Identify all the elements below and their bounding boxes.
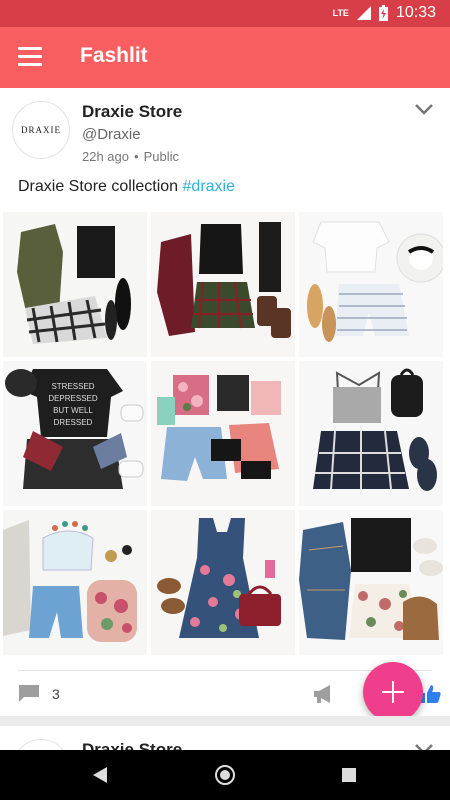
battery-icon	[378, 5, 388, 21]
post-caption: Draxie Store collection #draxie	[18, 178, 235, 196]
like-icon[interactable]	[420, 684, 442, 704]
image-grid: STRESSED DEPRESSED BUT WELL DRESSED	[3, 212, 447, 658]
post-image-1[interactable]	[3, 212, 147, 357]
chevron-down-icon[interactable]	[414, 102, 434, 116]
post-image-7[interactable]	[3, 510, 147, 655]
post-image-2[interactable]	[151, 212, 295, 357]
system-nav-bar	[0, 750, 450, 800]
meta-separator: •	[134, 149, 139, 164]
next-post-card[interactable]: Draxie Store	[0, 726, 450, 750]
post-image-3[interactable]	[299, 212, 443, 357]
feed-separator	[0, 716, 450, 726]
status-bar: LTE 10:33	[0, 0, 450, 27]
avatar-logo-text: DRAXIE	[21, 125, 61, 135]
svg-text:DRESSED: DRESSED	[54, 418, 93, 427]
post-image-8[interactable]	[151, 510, 295, 655]
post-image-9[interactable]	[299, 510, 443, 655]
svg-text:BUT WELL: BUT WELL	[53, 406, 93, 415]
network-type: LTE	[332, 8, 349, 18]
menu-icon[interactable]	[18, 47, 42, 67]
next-post-avatar	[12, 739, 70, 750]
plus-icon	[382, 681, 404, 703]
caption-text: Draxie Store collection	[18, 178, 183, 195]
store-avatar[interactable]: DRAXIE	[12, 101, 70, 159]
signal-icon	[356, 6, 371, 20]
post-image-5[interactable]	[151, 361, 295, 506]
back-icon[interactable]	[93, 767, 107, 783]
add-post-button[interactable]	[363, 662, 423, 722]
comment-icon[interactable]	[18, 684, 40, 702]
hashtag-link[interactable]: #draxie	[183, 178, 235, 195]
post-visibility: Public	[143, 149, 179, 164]
megaphone-icon[interactable]	[312, 684, 336, 704]
svg-text:DEPRESSED: DEPRESSED	[48, 394, 98, 403]
clock: 10:33	[395, 4, 436, 21]
post-image-4[interactable]: STRESSED DEPRESSED BUT WELL DRESSED	[3, 361, 147, 506]
home-icon[interactable]	[215, 765, 235, 785]
recent-apps-icon[interactable]	[342, 768, 356, 782]
store-name[interactable]: Draxie Store	[82, 102, 182, 122]
post-image-6[interactable]	[299, 361, 443, 506]
post-meta: 22h ago • Public	[82, 149, 179, 164]
comment-count: 3	[52, 686, 60, 702]
post-card: DRAXIE Draxie Store @Draxie 22h ago • Publ…	[0, 88, 450, 716]
app-title: Fashlit	[80, 44, 148, 67]
app-bar: Fashlit	[0, 27, 450, 88]
svg-text:STRESSED: STRESSED	[51, 382, 94, 391]
post-time: 22h ago	[82, 149, 129, 164]
store-handle[interactable]: @Draxie	[82, 126, 141, 143]
next-post-store-name: Draxie Store	[82, 740, 183, 750]
